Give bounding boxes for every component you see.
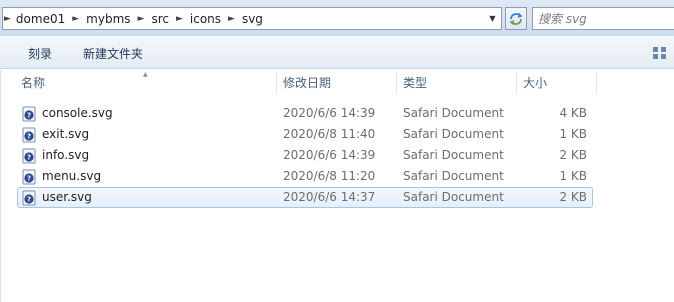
view-options-icon[interactable] [652, 46, 668, 60]
address-history-dropdown-icon[interactable]: ▼ [484, 8, 501, 29]
file-type: Safari Document [403, 190, 504, 204]
column-divider[interactable] [396, 72, 397, 94]
column-header-type[interactable]: 类型 [399, 70, 515, 95]
file-size: 1 KB [559, 169, 587, 183]
file-type: Safari Document [403, 106, 504, 120]
refresh-button[interactable] [505, 7, 527, 30]
file-date: 2020/6/6 14:39 [283, 106, 376, 120]
svg-text:?: ? [27, 196, 31, 204]
file-size: 2 KB [559, 190, 587, 204]
burn-button[interactable]: 刻录 [28, 45, 52, 62]
svg-text:?: ? [27, 112, 31, 120]
safari-document-icon: ? [22, 148, 36, 164]
sort-ascending-icon: ▲ [143, 71, 148, 78]
safari-document-icon: ? [22, 106, 36, 122]
file-type: Safari Document [403, 148, 504, 162]
safari-document-icon: ? [22, 169, 36, 185]
safari-document-icon: ? [22, 127, 36, 143]
file-date: 2020/6/6 14:39 [283, 148, 376, 162]
search-box[interactable] [532, 7, 674, 30]
svg-text:?: ? [27, 175, 31, 183]
file-row-user[interactable]: ? user.svg 2020/6/6 14:37 Safari Documen… [17, 187, 593, 208]
file-date: 2020/6/6 14:37 [283, 190, 376, 204]
file-row-menu[interactable]: ? menu.svg 2020/6/8 11:20 Safari Documen… [17, 166, 593, 187]
column-divider[interactable] [276, 72, 277, 94]
breadcrumb-svg[interactable]: svg [239, 12, 266, 26]
column-header-size[interactable]: 大小 [519, 70, 596, 95]
column-divider[interactable] [516, 72, 517, 94]
pane-divider [0, 70, 1, 302]
breadcrumb-icons[interactable]: icons [187, 12, 224, 26]
new-folder-button[interactable]: 新建文件夹 [83, 45, 143, 62]
breadcrumb-dome01[interactable]: dome01 [13, 12, 68, 26]
file-name: user.svg [42, 190, 92, 204]
search-input[interactable] [538, 11, 674, 26]
navigation-bar: ► dome01 ► mybms ► src ► icons ► svg ▼ [0, 0, 674, 36]
file-row-console[interactable]: ? console.svg 2020/6/6 14:39 Safari Docu… [17, 103, 593, 124]
breadcrumb-root-chevron[interactable]: ► [3, 14, 13, 24]
svg-text:?: ? [27, 133, 31, 141]
column-header-date[interactable]: 修改日期 [279, 70, 396, 95]
file-size: 2 KB [559, 148, 587, 162]
breadcrumb-chevron[interactable]: ► [224, 14, 239, 24]
file-type: Safari Document [403, 169, 504, 183]
file-name: exit.svg [42, 127, 90, 141]
file-row-exit[interactable]: ? exit.svg 2020/6/8 11:40 Safari Documen… [17, 124, 593, 145]
file-type: Safari Document [403, 127, 504, 141]
file-name: menu.svg [42, 169, 102, 183]
refresh-icon [509, 12, 523, 25]
file-date: 2020/6/8 11:40 [283, 127, 376, 141]
address-bar[interactable]: ► dome01 ► mybms ► src ► icons ► svg ▼ [2, 7, 502, 30]
file-date: 2020/6/8 11:20 [283, 169, 376, 183]
column-header-row: 名称 修改日期 类型 大小 [0, 70, 674, 95]
breadcrumb-src[interactable]: src [148, 12, 172, 26]
breadcrumb-chevron[interactable]: ► [172, 14, 187, 24]
breadcrumb-chevron[interactable]: ► [134, 14, 149, 24]
file-size: 4 KB [559, 106, 587, 120]
breadcrumb-chevron[interactable]: ► [68, 14, 83, 24]
file-name: info.svg [42, 148, 90, 162]
column-divider[interactable] [596, 72, 597, 94]
command-bar: 刻录 新建文件夹 [0, 36, 674, 69]
file-name: console.svg [42, 106, 113, 120]
svg-text:?: ? [27, 154, 31, 162]
breadcrumb-mybms[interactable]: mybms [83, 12, 133, 26]
file-size: 1 KB [559, 127, 587, 141]
safari-document-icon: ? [22, 190, 36, 206]
file-row-info[interactable]: ? info.svg 2020/6/6 14:39 Safari Documen… [17, 145, 593, 166]
